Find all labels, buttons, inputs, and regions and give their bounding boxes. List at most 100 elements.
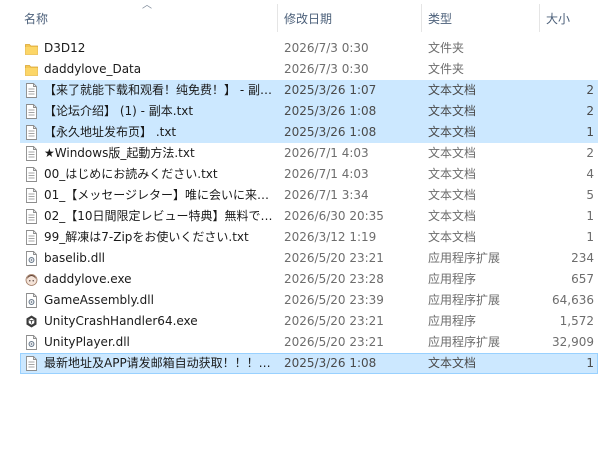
file-name: 99_解凍は7-Zipをお使いください.txt xyxy=(44,230,249,244)
file-type: 应用程序扩展 xyxy=(428,251,501,265)
file-date-modified: 2026/5/20 23:21 xyxy=(284,251,384,265)
text-file-icon xyxy=(25,209,38,224)
file-size: 32,909 xyxy=(552,335,594,349)
folder-icon xyxy=(25,41,38,56)
file-type: 文本文档 xyxy=(428,356,477,370)
file-size: 2 xyxy=(586,104,594,118)
file-row[interactable]: 【来了就能下载和观看！纯免费！】 - 副… 2025/3/26 1:07 文本文档 2 xyxy=(20,80,598,101)
text-file-icon xyxy=(25,146,38,161)
text-file-icon xyxy=(25,356,38,371)
file-size: 234 xyxy=(571,251,594,265)
file-row[interactable]: 99_解凍は7-Zipをお使いください.txt 2026/3/12 1:19 文本文… xyxy=(20,227,598,248)
file-type: 文本文档 xyxy=(428,83,477,97)
folder-icon xyxy=(25,62,38,77)
file-size: 1 xyxy=(586,230,594,244)
column-header-size[interactable]: 大小 xyxy=(540,0,603,32)
text-file-icon xyxy=(25,125,38,140)
file-size: 1 xyxy=(586,125,594,139)
file-row[interactable]: 最新地址及APP请发邮箱自动获取！！！… 2025/3/26 1:08 文本文档 1 xyxy=(20,353,598,374)
file-size: 4 xyxy=(586,167,594,181)
file-date-modified: 2026/5/20 23:39 xyxy=(284,293,384,307)
file-date-modified: 2026/7/1 4:03 xyxy=(284,146,369,160)
file-date-modified: 2026/5/20 23:21 xyxy=(284,335,384,349)
file-type: 文件夹 xyxy=(428,62,465,76)
file-name: GameAssembly.dll xyxy=(44,293,154,307)
file-date-modified: 2026/7/3 0:30 xyxy=(284,62,369,76)
file-size: 1 xyxy=(586,356,594,370)
file-name: daddylove.exe xyxy=(44,272,132,286)
file-type: 文本文档 xyxy=(428,146,477,160)
file-name: ★Windows版_起動方法.txt xyxy=(44,146,195,160)
file-row[interactable]: daddylove.exe 2026/5/20 23:28 应用程序 657 xyxy=(20,269,598,290)
file-name: daddylove_Data xyxy=(44,62,142,76)
file-size: 2 xyxy=(586,146,594,160)
text-file-icon xyxy=(25,167,38,182)
file-date-modified: 2025/3/26 1:08 xyxy=(284,356,377,370)
file-date-modified: 2026/3/12 1:19 xyxy=(284,230,377,244)
file-type: 应用程序扩展 xyxy=(428,293,501,307)
file-name: 02_【10日間限定レビュー特典】無料で… xyxy=(44,209,273,223)
file-name: UnityPlayer.dll xyxy=(44,335,130,349)
file-size: 64,636 xyxy=(552,293,594,307)
file-type: 应用程序 xyxy=(428,314,477,328)
file-row[interactable]: 【论坛介绍】 (1) - 副本.txt 2025/3/26 1:08 文本文档 2 xyxy=(20,101,598,122)
file-size: 1 xyxy=(586,209,594,223)
unity-icon xyxy=(25,314,38,329)
file-type: 文本文档 xyxy=(428,125,477,139)
text-file-icon xyxy=(25,188,38,203)
file-row[interactable]: UnityPlayer.dll 2026/5/20 23:21 应用程序扩展 32,9… xyxy=(20,332,598,353)
file-name: 【论坛介绍】 (1) - 副本.txt xyxy=(44,104,194,118)
file-name: 00_はじめにお読みください.txt xyxy=(44,167,218,181)
file-date-modified: 2025/3/26 1:08 xyxy=(284,104,377,118)
file-date-modified: 2026/5/20 23:21 xyxy=(284,314,384,328)
column-header-name[interactable]: 名称 xyxy=(18,0,276,32)
file-row[interactable]: 【永久地址发布页】 .txt 2025/3/26 1:08 文本文档 1 xyxy=(20,122,598,143)
file-name: 01_【メッセージレター】唯に会いに来… xyxy=(44,188,270,202)
file-row[interactable]: D3D12 2026/7/3 0:30 文件夹 xyxy=(20,38,598,59)
file-name: baselib.dll xyxy=(44,251,105,265)
text-file-icon xyxy=(25,83,38,98)
file-name: 最新地址及APP请发邮箱自动获取！！！… xyxy=(44,356,271,370)
dll-file-icon xyxy=(25,251,38,266)
file-type: 应用程序 xyxy=(428,272,477,286)
file-date-modified: 2026/7/1 4:03 xyxy=(284,167,369,181)
file-type: 文本文档 xyxy=(428,209,477,223)
file-date-modified: 2026/7/1 3:34 xyxy=(284,188,369,202)
file-list: D3D12 2026/7/3 0:30 文件夹 daddylove_Data 2026/… xyxy=(20,38,598,374)
file-type: 文本文档 xyxy=(428,188,477,202)
text-file-icon xyxy=(25,104,38,119)
file-row[interactable]: UnityCrashHandler64.exe 2026/5/20 23:21 应用… xyxy=(20,311,598,332)
file-name: 【来了就能下载和观看！纯免费！】 - 副… xyxy=(44,83,272,97)
file-row[interactable]: 00_はじめにお読みください.txt 2026/7/1 4:03 文本文档 4 xyxy=(20,164,598,185)
file-date-modified: 2026/5/20 23:28 xyxy=(284,272,384,286)
dll-file-icon xyxy=(25,335,38,350)
file-type: 应用程序扩展 xyxy=(428,335,501,349)
file-size: 1,572 xyxy=(559,314,594,328)
file-row[interactable]: daddylove_Data 2026/7/3 0:30 文件夹 xyxy=(20,59,598,80)
file-type: 文本文档 xyxy=(428,230,477,244)
file-row[interactable]: 02_【10日間限定レビュー特典】無料で… 2026/6/30 20:35 文本文档… xyxy=(20,206,598,227)
file-date-modified: 2025/3/26 1:08 xyxy=(284,125,377,139)
file-row[interactable]: baselib.dll 2026/5/20 23:21 应用程序扩展 234 xyxy=(20,248,598,269)
column-header-date[interactable]: 修改日期 xyxy=(278,0,421,32)
file-size: 5 xyxy=(586,188,594,202)
column-header-type[interactable]: 类型 xyxy=(422,0,539,32)
file-type: 文本文档 xyxy=(428,104,477,118)
file-date-modified: 2026/6/30 20:35 xyxy=(284,209,384,223)
app-icon xyxy=(25,272,38,287)
file-name: UnityCrashHandler64.exe xyxy=(44,314,198,328)
file-date-modified: 2025/3/26 1:07 xyxy=(284,83,377,97)
column-header-bar: ︿ 名称 修改日期 类型 大小 xyxy=(0,0,603,32)
file-row[interactable]: ★Windows版_起動方法.txt 2026/7/1 4:03 文本文档 2 xyxy=(20,143,598,164)
text-file-icon xyxy=(25,230,38,245)
file-row[interactable]: GameAssembly.dll 2026/5/20 23:39 应用程序扩展 64,… xyxy=(20,290,598,311)
file-name: 【永久地址发布页】 .txt xyxy=(44,125,177,139)
file-name: D3D12 xyxy=(44,41,86,55)
file-date-modified: 2026/7/3 0:30 xyxy=(284,41,369,55)
file-type: 文件夹 xyxy=(428,41,465,55)
file-size: 2 xyxy=(586,83,594,97)
file-type: 文本文档 xyxy=(428,167,477,181)
dll-file-icon xyxy=(25,293,38,308)
file-row[interactable]: 01_【メッセージレター】唯に会いに来… 2026/7/1 3:34 文本文档 5 xyxy=(20,185,598,206)
file-size: 657 xyxy=(571,272,594,286)
